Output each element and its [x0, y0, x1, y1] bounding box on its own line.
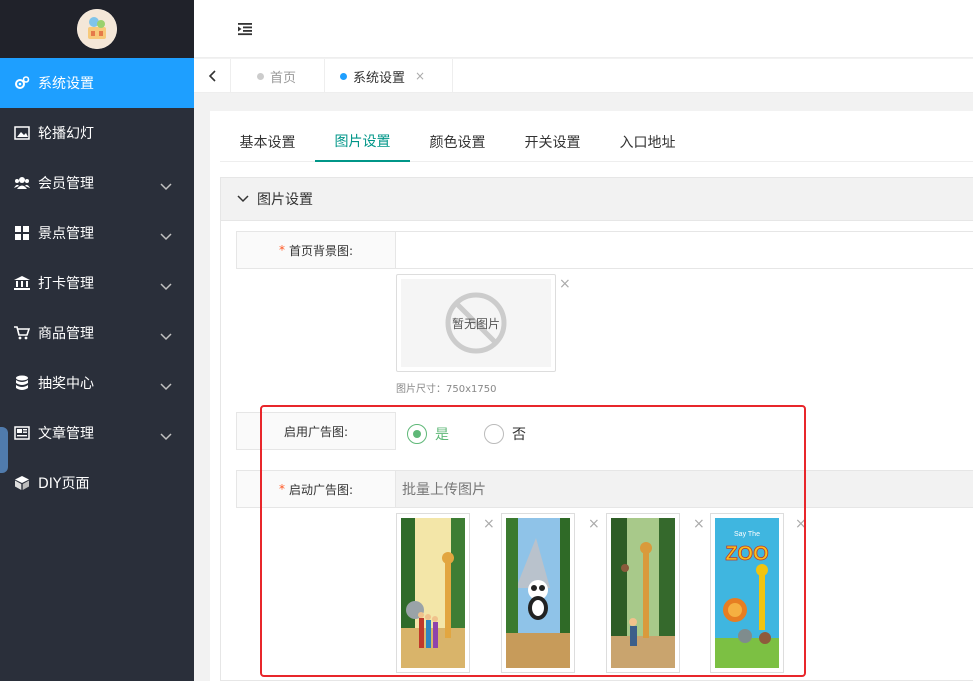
giraffe-forest-image — [611, 518, 675, 668]
ad-thumb-4-delete-icon[interactable]: × — [795, 516, 807, 532]
home-bg-delete-icon[interactable]: × — [559, 276, 571, 292]
radio-unchecked-icon — [484, 424, 504, 444]
chevron-down-icon — [160, 329, 172, 341]
ad-thumb-2-delete-icon[interactable]: × — [588, 516, 600, 532]
sidebar-item-5[interactable]: 商品管理 — [0, 308, 194, 358]
home-bg-label: * 首页背景图: — [236, 231, 396, 269]
tab-home[interactable]: 首页 — [231, 59, 325, 93]
chevron-down-icon — [160, 179, 172, 191]
sidebar: 系统设置轮播幻灯会员管理景点管理打卡管理商品管理抽奖中心文章管理 DIY页面 — [0, 0, 194, 681]
tab-dot-active-icon — [340, 72, 347, 80]
home-bg-label-text: 首页背景图: — [288, 243, 354, 258]
sidebar-item-label: 打卡管理 — [38, 276, 94, 292]
no-image-placeholder: 暂无图片 — [401, 279, 551, 367]
sidebar-item-0[interactable]: 系统设置 — [0, 58, 194, 108]
required-mark: * — [278, 243, 285, 257]
logo-bar — [0, 0, 194, 58]
tab-close-icon[interactable]: × — [415, 69, 425, 83]
bank-icon — [14, 275, 30, 291]
home-bg-preview[interactable]: 暂无图片 — [396, 274, 556, 372]
zoo-poster-title: ZOO — [725, 543, 768, 565]
gears-icon — [14, 75, 30, 91]
family-giraffe-image — [401, 518, 465, 668]
app-logo[interactable] — [77, 9, 117, 49]
subtab-switches[interactable]: 开关设置 — [505, 121, 600, 162]
sidebar-item-3[interactable]: 景点管理 — [0, 208, 194, 258]
ad-thumb-2[interactable] — [501, 513, 575, 673]
ad-thumb-3[interactable] — [606, 513, 680, 673]
cart-icon — [14, 325, 30, 341]
required-mark: * — [278, 482, 285, 496]
users-icon — [14, 175, 30, 191]
sidebar-item-1[interactable]: 轮播幻灯 — [0, 108, 194, 158]
zoo-poster-image: Say The ZOO — [715, 518, 779, 668]
cube-icon — [14, 475, 30, 491]
sidebar-item-label: 商品管理 — [38, 326, 94, 342]
sidebar-item-label: 景点管理 — [38, 226, 94, 242]
chevron-down-icon — [160, 279, 172, 291]
tab-home-label: 首页 — [270, 70, 297, 86]
ad-thumb-1-delete-icon[interactable]: × — [483, 516, 495, 532]
chevron-down-icon — [160, 429, 172, 441]
side-float-handle[interactable] — [0, 427, 8, 473]
page-tab-bar: 首页 系统设置 × — [194, 59, 973, 93]
sidebar-item-7[interactable]: 文章管理 — [0, 408, 194, 458]
newspaper-icon — [14, 425, 30, 441]
sidebar-menu: 系统设置轮播幻灯会员管理景点管理打卡管理商品管理抽奖中心文章管理 DIY页面 — [0, 58, 194, 508]
sidebar-item-2[interactable]: 会员管理 — [0, 158, 194, 208]
radio-checked-icon — [407, 424, 427, 444]
settings-subtabs: 基本设置 图片设置 颜色设置 开关设置 入口地址 — [220, 121, 973, 162]
ad-enable-label: 启用广告图: — [236, 412, 396, 450]
section-header[interactable]: 图片设置 — [221, 178, 973, 221]
ad-enable-yes-radio[interactable]: 是 — [407, 424, 449, 444]
sidebar-item-6[interactable]: 抽奖中心 — [0, 358, 194, 408]
tab-system-settings-label: 系统设置 — [353, 70, 406, 86]
sidebar-item-label: 系统设置 — [38, 76, 94, 92]
tab-scroll-left-button[interactable] — [194, 59, 231, 93]
subtab-basic[interactable]: 基本设置 — [220, 121, 315, 162]
sidebar-item-label: 文章管理 — [38, 426, 94, 442]
sidebar-item-label: 轮播幻灯 — [38, 126, 94, 142]
chevron-down-icon — [237, 195, 249, 203]
ad-enable-no-label: 否 — [512, 427, 526, 443]
image-size-hint: 图片尺寸：750x1750 — [396, 384, 497, 395]
subtab-entry-url[interactable]: 入口地址 — [600, 121, 695, 162]
subtab-colors[interactable]: 颜色设置 — [410, 121, 505, 162]
section-title: 图片设置 — [257, 192, 313, 208]
ad-thumb-1[interactable] — [396, 513, 470, 673]
subtab-images[interactable]: 图片设置 — [315, 121, 410, 162]
top-header — [194, 0, 973, 58]
content-card: 基本设置 图片设置 颜色设置 开关设置 入口地址 图片设置 * 首页背景图: 暂… — [210, 111, 973, 681]
ad-thumb-3-delete-icon[interactable]: × — [693, 516, 705, 532]
ad-thumb-4[interactable]: Say The ZOO — [710, 513, 784, 673]
ad-enable-yes-label: 是 — [435, 427, 449, 443]
chevron-down-icon — [160, 229, 172, 241]
panda-jungle-image — [506, 518, 570, 668]
zoo-poster-small-text: Say The — [734, 531, 760, 538]
ad-images-label-text: 启动广告图: — [288, 482, 354, 497]
sidebar-item-8[interactable]: DIY页面 — [0, 458, 194, 508]
ad-enable-label-text: 启用广告图: — [283, 424, 349, 439]
batch-upload-text: 批量上传图片 — [402, 482, 486, 498]
tab-dot-icon — [257, 72, 264, 80]
chevron-down-icon — [160, 379, 172, 391]
tab-system-settings[interactable]: 系统设置 × — [325, 59, 453, 93]
database-icon — [14, 375, 30, 391]
sidebar-item-4[interactable]: 打卡管理 — [0, 258, 194, 308]
ad-enable-no-radio[interactable]: 否 — [484, 424, 526, 444]
menu-fold-icon[interactable] — [238, 22, 252, 36]
image-settings-section: 图片设置 * 首页背景图: 暂无图片 × 图片尺寸：750x1750 启用广告图… — [220, 177, 973, 681]
no-image-text: 暂无图片 — [451, 316, 500, 331]
ad-images-label: * 启动广告图: — [236, 470, 396, 508]
grid-icon — [14, 225, 30, 241]
image-icon — [14, 125, 30, 141]
sidebar-item-label: 会员管理 — [38, 176, 94, 192]
chevron-left-icon — [208, 70, 216, 82]
home-bg-upload-field[interactable] — [396, 231, 973, 269]
sidebar-item-label: 抽奖中心 — [38, 376, 94, 392]
sidebar-item-label: DIY页面 — [38, 476, 90, 492]
batch-upload-button[interactable]: 批量上传图片 — [396, 470, 973, 508]
